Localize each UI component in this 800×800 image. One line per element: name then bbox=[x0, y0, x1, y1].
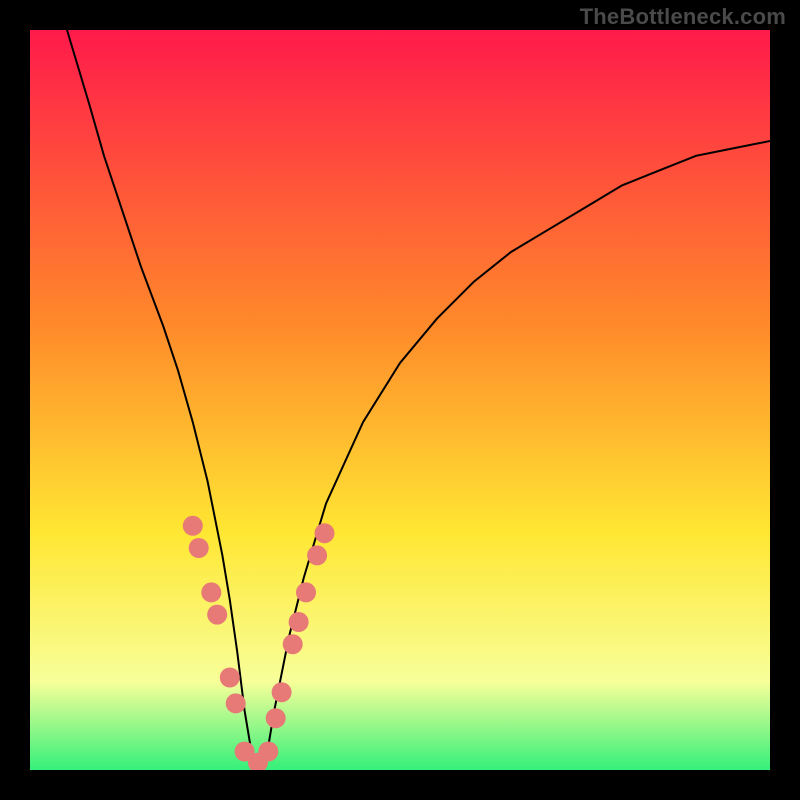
highlight-dot bbox=[201, 582, 221, 602]
highlight-dot bbox=[283, 634, 303, 654]
highlight-dot bbox=[207, 605, 227, 625]
highlight-dot bbox=[289, 612, 309, 632]
highlight-dot bbox=[296, 582, 316, 602]
highlight-dot bbox=[189, 538, 209, 558]
highlight-dot bbox=[183, 516, 203, 536]
chart-frame: TheBottleneck.com bbox=[0, 0, 800, 800]
highlight-dot bbox=[220, 668, 240, 688]
highlight-dot bbox=[226, 693, 246, 713]
gradient-background bbox=[30, 30, 770, 770]
highlight-dot bbox=[272, 682, 292, 702]
highlight-dot bbox=[258, 742, 278, 762]
highlight-dot bbox=[315, 523, 335, 543]
watermark-text: TheBottleneck.com bbox=[580, 4, 786, 30]
bottleneck-chart bbox=[30, 30, 770, 770]
highlight-dot bbox=[307, 545, 327, 565]
highlight-dot bbox=[266, 708, 286, 728]
